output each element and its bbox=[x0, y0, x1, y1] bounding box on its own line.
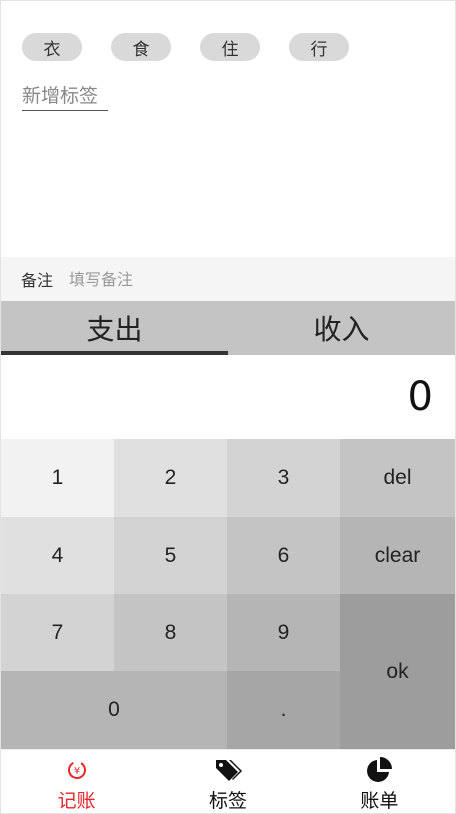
tag-food[interactable]: 食 bbox=[111, 33, 171, 61]
tab-income[interactable]: 收入 bbox=[228, 301, 455, 355]
tags-section: 衣 食 住 行 新增标签 bbox=[1, 1, 455, 257]
key-9[interactable]: 9 bbox=[227, 594, 340, 671]
notes-label: 备注 bbox=[21, 271, 54, 290]
nav-label-bills: 账单 bbox=[360, 790, 399, 812]
clear-button[interactable]: clear bbox=[340, 517, 455, 594]
notes-row: 备注 bbox=[1, 257, 455, 301]
svg-text:¥: ¥ bbox=[73, 766, 79, 777]
key-8[interactable]: 8 bbox=[114, 594, 227, 671]
key-3[interactable]: 3 bbox=[227, 439, 340, 517]
tab-expense[interactable]: 支出 bbox=[1, 301, 228, 355]
key-7[interactable]: 7 bbox=[1, 594, 114, 671]
type-tabs: 支出 收入 bbox=[1, 301, 455, 355]
pie-chart-icon bbox=[364, 756, 394, 784]
nav-label-record: 记账 bbox=[57, 790, 96, 812]
notes-input[interactable] bbox=[69, 269, 390, 289]
ok-button[interactable]: ok bbox=[340, 594, 455, 749]
nav-label-tags: 标签 bbox=[208, 790, 247, 812]
number-keypad: 1 2 3 del 4 5 6 clear 7 8 9 ok 0 . bbox=[1, 439, 455, 749]
key-1[interactable]: 1 bbox=[1, 439, 114, 517]
nav-item-record[interactable]: ¥ 记账 bbox=[1, 750, 152, 813]
nav-item-tags[interactable]: 标签 bbox=[152, 750, 303, 813]
tags-icon bbox=[213, 756, 243, 784]
key-dot[interactable]: . bbox=[227, 671, 340, 749]
money-circle-icon: ¥ bbox=[62, 756, 92, 784]
tag-clothing[interactable]: 衣 bbox=[22, 33, 82, 61]
tag-list: 衣 食 住 行 bbox=[22, 33, 349, 61]
tag-transport[interactable]: 行 bbox=[289, 33, 349, 61]
amount-display: 0 bbox=[1, 355, 455, 439]
nav-item-bills[interactable]: 账单 bbox=[304, 750, 455, 813]
add-tag-button[interactable]: 新增标签 bbox=[22, 81, 108, 111]
key-2[interactable]: 2 bbox=[114, 439, 227, 517]
key-5[interactable]: 5 bbox=[114, 517, 227, 594]
delete-button[interactable]: del bbox=[340, 439, 455, 517]
key-4[interactable]: 4 bbox=[1, 517, 114, 594]
key-6[interactable]: 6 bbox=[227, 517, 340, 594]
app-window: 衣 食 住 行 新增标签 备注 支出 收入 0 1 2 3 del 4 5 6 … bbox=[0, 0, 456, 814]
bottom-nav: ¥ 记账 标签 账单 bbox=[1, 749, 455, 813]
key-0[interactable]: 0 bbox=[1, 671, 227, 749]
tag-housing[interactable]: 住 bbox=[200, 33, 260, 61]
